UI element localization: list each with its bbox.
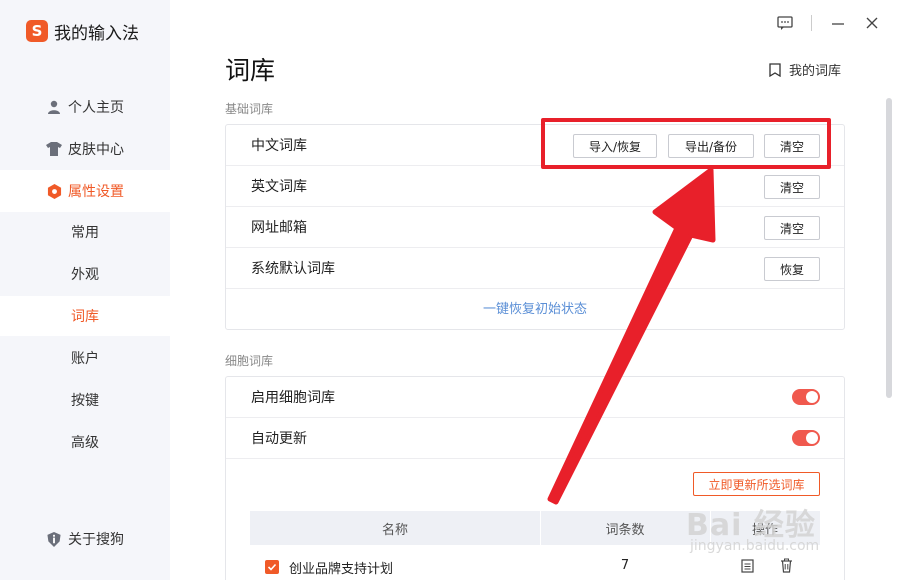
annotation-arrow-icon bbox=[547, 167, 716, 505]
watermark: Bai 经验 jingyan.baidu.com bbox=[686, 500, 819, 554]
watermark-url: jingyan.baidu.com bbox=[690, 538, 820, 554]
